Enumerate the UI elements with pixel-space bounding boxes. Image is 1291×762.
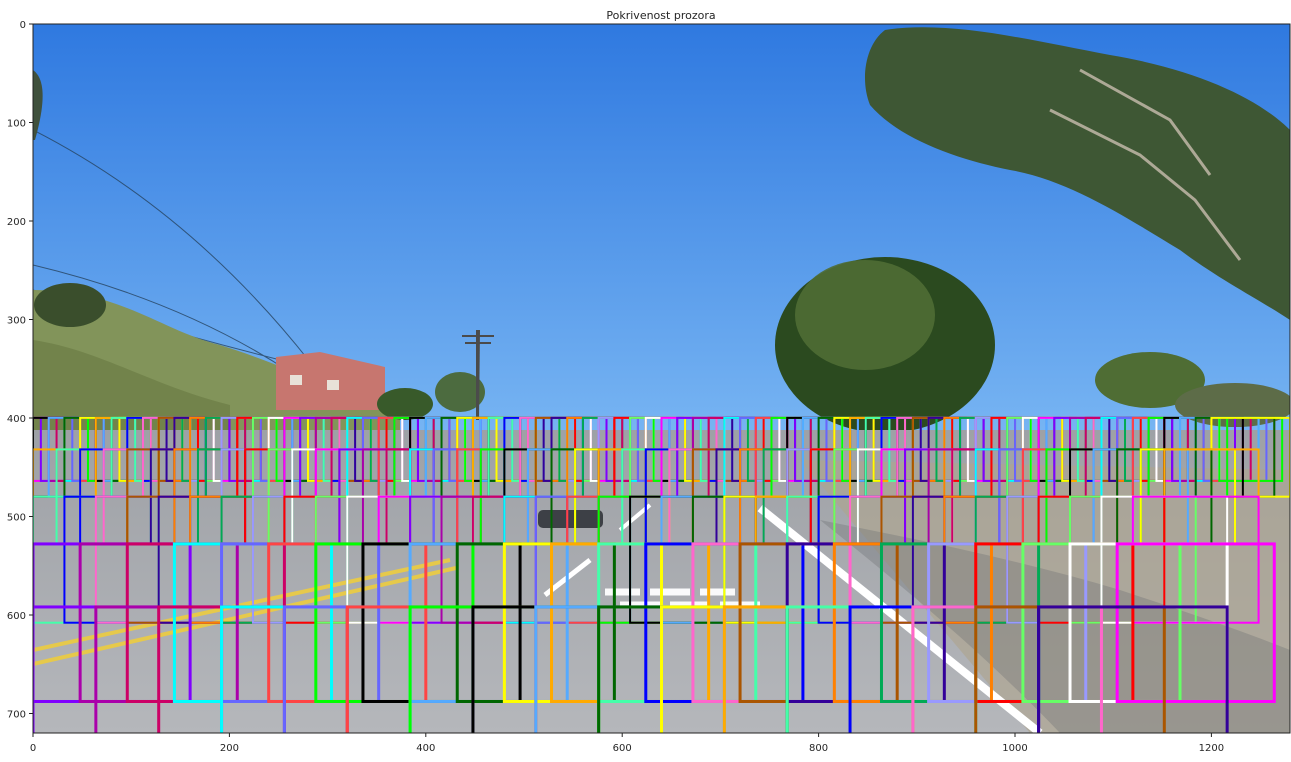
x-tick-label-200: 200 xyxy=(220,743,239,754)
house-window xyxy=(290,375,302,385)
y-tick-label-500: 500 xyxy=(7,513,26,524)
y-tick-label-100: 100 xyxy=(7,119,26,130)
x-tick-200: 200 xyxy=(220,733,239,754)
y-tick-0: 0 xyxy=(20,20,33,31)
y-axis: 0 100 200 300 400 500 600 700 xyxy=(7,20,33,721)
x-tick-0: 0 xyxy=(30,733,36,754)
y-tick-200: 200 xyxy=(7,217,33,228)
x-tick-1000: 1000 xyxy=(1002,733,1028,754)
y-tick-label-700: 700 xyxy=(7,710,26,721)
figure: Pokrivenost prozora 0 200 400 600 800 10… xyxy=(7,9,1291,754)
green-tree-center-right-highlight xyxy=(795,260,935,370)
x-tick-label-400: 400 xyxy=(416,743,435,754)
y-tick-700: 700 xyxy=(7,710,33,721)
x-tick-label-0: 0 xyxy=(30,743,36,754)
distant-car xyxy=(538,510,603,528)
y-tick-100: 100 xyxy=(7,119,33,130)
y-tick-label-600: 600 xyxy=(7,611,26,622)
x-tick-800: 800 xyxy=(809,733,828,754)
y-tick-label-400: 400 xyxy=(7,414,26,425)
y-tick-label-0: 0 xyxy=(20,20,26,31)
x-tick-label-600: 600 xyxy=(613,743,632,754)
y-tick-label-300: 300 xyxy=(7,316,26,327)
x-tick-label-1000: 1000 xyxy=(1002,743,1027,754)
x-tick-1200: 1200 xyxy=(1199,733,1224,754)
x-tick-600: 600 xyxy=(613,733,632,754)
x-axis: 0 200 400 600 800 1000 1200 xyxy=(30,733,1224,754)
y-tick-500: 500 xyxy=(7,513,33,524)
x-tick-label-800: 800 xyxy=(809,743,828,754)
x-tick-label-1200: 1200 xyxy=(1199,743,1224,754)
chart-title: Pokrivenost prozora xyxy=(606,9,715,22)
y-tick-400: 400 xyxy=(7,414,33,425)
house-window xyxy=(327,380,339,390)
y-tick-label-200: 200 xyxy=(7,217,26,228)
x-tick-400: 400 xyxy=(416,733,435,754)
y-tick-300: 300 xyxy=(7,316,33,327)
tree-cluster-left xyxy=(34,283,106,327)
window-overlays xyxy=(33,416,1290,733)
photo-scene xyxy=(33,24,1290,733)
tree-cluster-center xyxy=(377,388,433,420)
y-tick-600: 600 xyxy=(7,611,33,622)
